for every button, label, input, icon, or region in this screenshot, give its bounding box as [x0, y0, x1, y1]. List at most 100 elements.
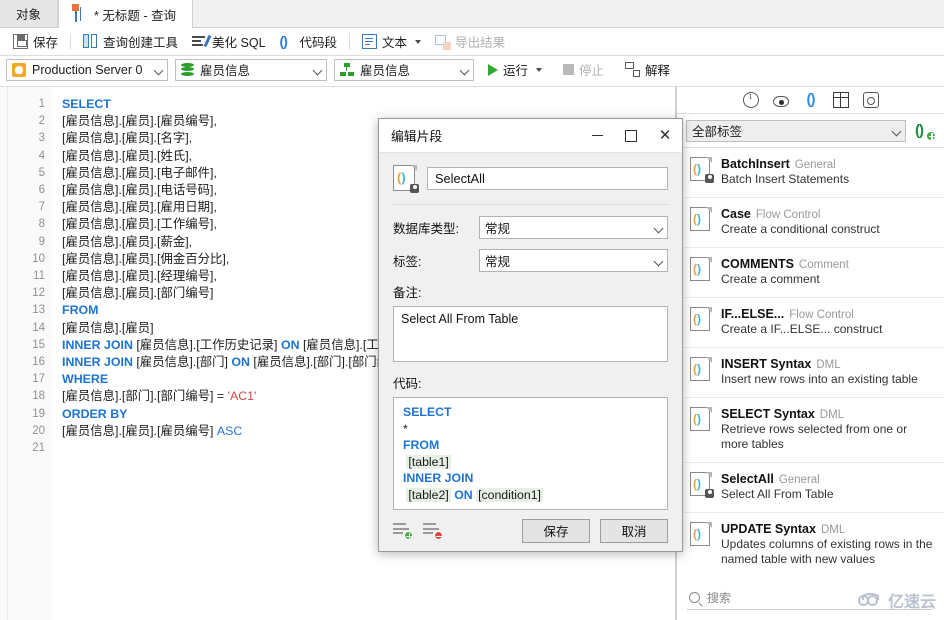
dialog-body: () SelectAll 数据库类型: 常规 标签: 常规 备注: Select… — [379, 153, 682, 510]
db-type-select[interactable]: 常规 — [479, 216, 668, 239]
tab-objects[interactable]: 对象 — [0, 0, 59, 27]
chevron-down-icon[interactable] — [313, 65, 322, 74]
line-number: 9 — [38, 235, 45, 248]
tag-filter-value: 全部标签 — [692, 125, 743, 139]
save-label: 保存 — [33, 36, 59, 50]
connection-bar: Production Server 02 雇员信息 雇员信息 运行 停止 解释 — [0, 56, 944, 87]
toolbar: 保存 查询创建工具 美化 SQL () 代码段 文本 导出结果 — [0, 28, 944, 56]
snippet-title: INSERT Syntax — [721, 357, 812, 371]
list-item[interactable]: () SelectAll General Select All From Table — [677, 463, 944, 513]
server-select[interactable]: Production Server 02 — [6, 58, 168, 81]
tag-filter-select[interactable]: 全部标签 — [686, 119, 906, 142]
close-icon[interactable]: ✕ — [648, 119, 682, 152]
save-button-label: 保存 — [543, 525, 569, 539]
save-button[interactable]: 保存 — [522, 518, 590, 543]
database-select[interactable]: 雇员信息 — [175, 58, 327, 81]
save-button[interactable]: 保存 — [6, 30, 65, 53]
dialog-button-row: 保存 取消 — [379, 510, 682, 551]
snippet-category: Flow Control — [755, 209, 821, 221]
add-parameter-icon[interactable] — [393, 523, 413, 540]
table-select[interactable]: 雇员信息 — [334, 58, 474, 81]
remove-parameter-icon[interactable] — [423, 523, 443, 540]
list-item[interactable]: () BatchInsert General Batch Insert Stateme… — [677, 148, 944, 198]
query-builder-button[interactable]: 查询创建工具 — [76, 30, 185, 53]
chevron-down-icon[interactable] — [415, 39, 422, 44]
snippet-category: DML — [820, 524, 846, 536]
watermark-text: 亿速云 — [887, 594, 936, 611]
maximize-button[interactable] — [614, 119, 648, 152]
dialog-code-line: * — [403, 421, 408, 436]
list-item[interactable]: () SELECT Syntax DML Retrieve rows selected… — [677, 398, 944, 463]
list-item[interactable]: () COMMENTS Comment Create a comment — [677, 248, 944, 298]
note-label: 备注: — [393, 286, 422, 300]
list-item[interactable]: () Case Flow Control Create a conditional c… — [677, 198, 944, 248]
chevron-down-icon[interactable] — [892, 126, 901, 135]
table-grid-icon[interactable] — [832, 92, 849, 108]
table-value: 雇员信息 — [360, 64, 411, 78]
line-number: 21 — [32, 442, 45, 455]
line-number: 13 — [32, 304, 45, 317]
beautify-sql-button[interactable]: 美化 SQL — [185, 30, 273, 53]
cloud-icon — [857, 592, 884, 608]
dialog-code-line: FROM — [403, 438, 440, 452]
save-icon — [13, 34, 28, 49]
query-grid-icon — [72, 4, 89, 22]
chevron-down-icon[interactable] — [654, 223, 663, 232]
list-item[interactable]: () UPDATE Syntax DML Updates columns of exi… — [677, 513, 944, 576]
list-item[interactable]: () IF...ELSE... Flow Control Create a IF...… — [677, 298, 944, 348]
minimize-button[interactable] — [580, 119, 614, 152]
note-textarea[interactable]: Select All From Table — [393, 306, 668, 362]
snippet-name-input[interactable]: SelectAll — [427, 167, 668, 190]
text-icon — [362, 34, 378, 49]
snippet-icon: () — [690, 157, 714, 183]
info-icon[interactable] — [742, 91, 759, 108]
snippet-text: UPDATE Syntax DML Updates columns of exist… — [721, 522, 934, 567]
tag-row: 标签: 常规 — [393, 249, 668, 272]
run-button[interactable]: 运行 — [481, 58, 549, 81]
line-number: 5 — [38, 166, 45, 179]
code-line: SELECT — [62, 97, 111, 111]
line-number: 17 — [32, 373, 45, 386]
chevron-down-icon[interactable] — [654, 256, 663, 265]
tab-query[interactable]: * 无标题 - 查询 — [58, 0, 193, 28]
tag-value: 常规 — [485, 255, 511, 269]
snippet-category: Flow Control — [789, 309, 854, 321]
edit-snippet-dialog[interactable]: 编辑片段 ✕ () SelectAll 数据库类型: 常规 标签: 常规 备注:… — [378, 118, 683, 552]
chevron-down-icon[interactable] — [460, 65, 469, 74]
eye-icon[interactable] — [772, 96, 789, 107]
add-snippet-icon[interactable]: () — [915, 122, 936, 141]
text-label: 文本 — [382, 36, 408, 50]
dialog-code-line: [table2] ON [condition1] — [406, 487, 543, 502]
explain-button[interactable]: 解释 — [618, 58, 677, 81]
code-snippet-button[interactable]: () 代码段 — [273, 30, 345, 53]
cancel-button[interactable]: 取消 — [600, 518, 668, 543]
snippet-description: Retrieve rows selected from one or more … — [721, 422, 908, 451]
snippet-icon: () — [690, 207, 712, 232]
user-badge-icon — [705, 489, 714, 498]
app-window: 对象 * 无标题 - 查询 保存 查询创建工具 美化 SQL () 代码段 文本… — [0, 0, 944, 620]
list-item[interactable]: () INSERT Syntax DML Insert new rows into a… — [677, 348, 944, 398]
settings-hex-icon[interactable] — [862, 92, 879, 108]
snippet-icon: () — [690, 472, 714, 498]
toolbar-divider — [70, 33, 72, 50]
db-type-row: 数据库类型: 常规 — [393, 216, 668, 239]
code-snippet-icon[interactable]: () — [803, 92, 819, 108]
snippet-text: BatchInsert General Batch Insert Statement… — [721, 157, 934, 187]
tag-select[interactable]: 常规 — [479, 249, 668, 272]
db-type-label: 数据库类型: — [393, 222, 459, 236]
snippet-title: BatchInsert — [721, 157, 790, 171]
code-textarea[interactable]: SELECT * FROM [table1] INNER JOIN [table2] … — [393, 397, 668, 510]
server-value: Production Server 02 — [32, 62, 142, 77]
line-number: 8 — [38, 218, 45, 231]
dialog-title-bar: 编辑片段 ✕ — [379, 119, 682, 153]
chevron-down-icon[interactable] — [154, 65, 163, 74]
snippet-icon: () — [393, 165, 419, 193]
snippet-list[interactable]: () BatchInsert General Batch Insert Stateme… — [677, 148, 944, 576]
export-result-button: 导出结果 — [428, 30, 512, 53]
export-result-label: 导出结果 — [455, 36, 506, 50]
text-button[interactable]: 文本 — [355, 30, 428, 53]
snippet-title: UPDATE Syntax — [721, 522, 816, 536]
chevron-down-icon[interactable] — [536, 67, 543, 72]
line-number: 16 — [32, 356, 45, 369]
snippet-icon: () — [690, 407, 712, 432]
